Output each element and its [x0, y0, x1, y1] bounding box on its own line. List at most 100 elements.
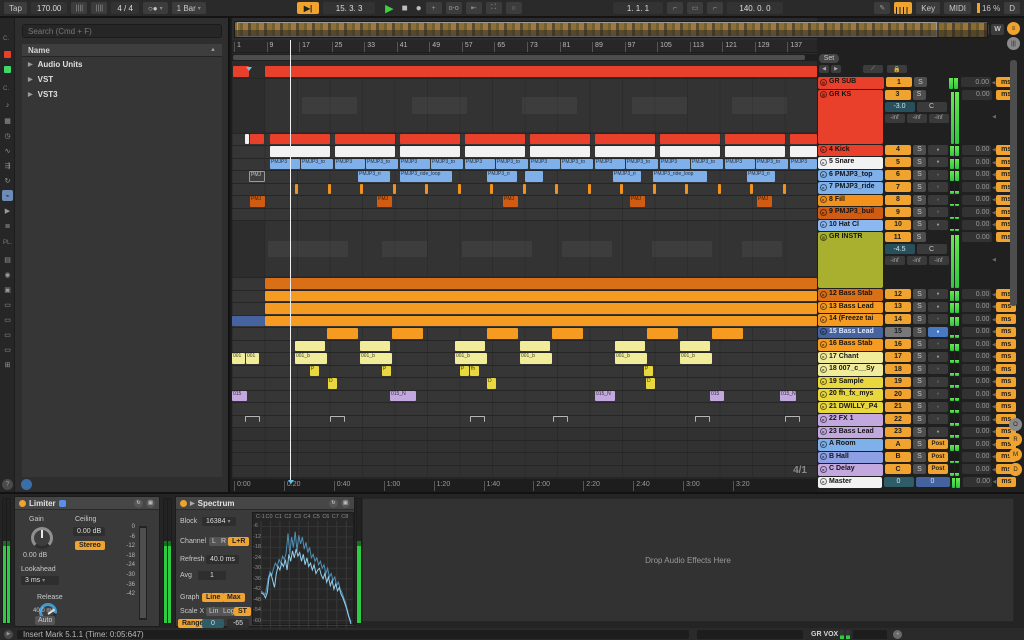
clip[interactable] — [785, 415, 800, 422]
track-delay-field[interactable]: 0.00 — [963, 476, 993, 487]
track-fold-icon[interactable]: ▸ — [820, 453, 827, 460]
add-folder-icon[interactable]: ⊞ — [2, 359, 13, 370]
save-preset-icon[interactable]: ▣ — [341, 498, 350, 508]
track-delay-field[interactable]: 0.00 — [962, 232, 992, 242]
delay-unit-button[interactable]: ms — [996, 401, 1016, 412]
track-name[interactable]: ▸ A Room — [818, 439, 883, 451]
solo-button[interactable]: S — [913, 182, 926, 192]
clip[interactable] — [250, 133, 264, 144]
clip[interactable]: PMJP3_to — [431, 158, 463, 169]
clip[interactable]: P — [644, 365, 653, 376]
clip[interactable] — [393, 183, 396, 194]
volume-field[interactable]: -4.5 — [884, 244, 915, 254]
clip[interactable] — [522, 97, 577, 114]
clip[interactable] — [552, 328, 583, 339]
vertical-scrollbar[interactable] — [1010, 60, 1017, 306]
clip[interactable] — [265, 315, 817, 326]
solo-button[interactable]: S — [912, 232, 926, 242]
auto-button[interactable]: Auto — [35, 616, 56, 625]
clip[interactable]: PMJP3_to — [301, 158, 333, 169]
track-delay-field[interactable]: 0.00 — [961, 426, 992, 437]
track-delay-field[interactable]: 0.00 — [961, 219, 992, 230]
clip[interactable]: PMJ — [757, 196, 772, 207]
track-activator[interactable]: 16 — [885, 339, 911, 349]
track-fold-icon[interactable]: ▸ — [820, 146, 827, 153]
arm-button[interactable]: ● — [928, 219, 948, 230]
track-delay-field[interactable]: 0.00 — [961, 289, 992, 299]
loop-start-marker[interactable] — [246, 67, 252, 71]
track-delay-field[interactable]: 0.00 — [961, 439, 992, 449]
stereo-button[interactable]: Stereo — [75, 541, 105, 550]
spectrum-graph[interactable]: C-1 C0 C1 C2 C3 C4 C5 C6 C7 C8 -6 -12 -18 -24 -30 -36 -4… — [252, 512, 354, 632]
solo-button[interactable]: S — [913, 426, 926, 437]
clip[interactable] — [490, 183, 493, 194]
arm-button[interactable]: ● — [928, 144, 948, 155]
clip[interactable] — [620, 183, 623, 194]
track-height-icon[interactable]: ||| — [1007, 37, 1020, 50]
track-activator[interactable]: 20 — [885, 389, 911, 399]
drums-icon[interactable]: ▦ — [2, 115, 13, 126]
track-row[interactable]: ▸ 17 Chant 17 S ● 0.00 ◀ ms — [818, 351, 1016, 363]
arrangement-start-marker[interactable] — [288, 480, 294, 484]
clip[interactable] — [725, 133, 785, 144]
limiter-header[interactable]: Limiter ↻ ▣ — [15, 497, 159, 510]
clip[interactable]: PMJP3 — [660, 158, 690, 169]
clip[interactable] — [265, 278, 817, 289]
clip[interactable]: 001 — [246, 353, 259, 364]
clip[interactable]: PMJP3 — [725, 158, 755, 169]
track-fold-icon[interactable]: ▸ — [820, 221, 827, 228]
scalex-st-button[interactable]: ST — [234, 607, 251, 616]
solo-button[interactable]: S — [913, 339, 926, 349]
track-name[interactable]: ▸ 8 Fill — [818, 194, 883, 206]
range-lo-value[interactable]: 0 — [202, 619, 224, 628]
track-row[interactable]: ▸ Master 0 0 0.00 ◀ ms — [818, 476, 1016, 488]
refresh-value[interactable]: 40.0 ms — [206, 555, 239, 564]
delay-unit-button[interactable]: ms — [996, 326, 1016, 337]
current-project-icon[interactable]: ▣ — [2, 284, 13, 295]
track-name[interactable]: ▸ 9 PMJP3_buil — [818, 207, 883, 219]
track-name[interactable]: ▸ 7 PMJP3_ride — [818, 182, 883, 194]
clip[interactable] — [455, 340, 485, 351]
track-activator[interactable]: 15 — [885, 326, 911, 337]
clip[interactable] — [270, 133, 330, 144]
clip[interactable] — [465, 146, 525, 157]
draw-mode-icon[interactable]: ✎ — [874, 2, 891, 14]
clip[interactable] — [790, 133, 817, 144]
clip[interactable]: D — [328, 378, 337, 389]
clip[interactable] — [523, 183, 526, 194]
sounds-icon[interactable]: ♪ — [2, 100, 13, 111]
track-row[interactable]: ▸ 23 Bass Lead 23 S ● 0.00 ◀ ms — [818, 426, 1016, 438]
track-delay-field[interactable]: 0.00 — [961, 414, 992, 424]
track-name[interactable]: ▸ 6 PMJP3_top — [818, 169, 883, 181]
disclosure-icon[interactable]: ▶ — [28, 76, 33, 83]
clip[interactable] — [530, 133, 590, 144]
section-toggle-o[interactable]: O — [1009, 418, 1022, 431]
browser-item-vst[interactable]: ▶ VST — [22, 72, 222, 87]
solo-button[interactable]: S — [914, 77, 927, 87]
track-fold-icon[interactable]: ▸ — [820, 328, 827, 335]
clip[interactable] — [680, 340, 710, 351]
clip[interactable] — [392, 328, 423, 339]
track-activator[interactable]: 10 — [885, 219, 911, 230]
track-name[interactable]: ▸ 22 FX 1 — [818, 414, 883, 426]
track-activator[interactable]: 8 — [885, 194, 911, 205]
fold-tracks-icon[interactable]: ≡ — [1007, 22, 1020, 35]
quantize-menu[interactable]: 1 Bar ▾ — [171, 2, 206, 14]
instruments-icon[interactable]: ◷ — [2, 130, 13, 141]
clip[interactable] — [632, 97, 687, 114]
clip[interactable] — [265, 303, 817, 314]
delay-unit-button[interactable]: ms — [996, 351, 1016, 362]
clip[interactable]: P — [310, 365, 319, 376]
packs-icon[interactable]: ▤ — [2, 254, 13, 265]
track-activator[interactable]: 1 — [886, 77, 912, 87]
clip[interactable]: 001_b — [295, 353, 327, 364]
track-name[interactable]: ▸ 4 Kick — [818, 144, 883, 156]
fold-device-icon[interactable]: ▶ — [190, 500, 195, 507]
track-name[interactable]: ▸ 12 Bass Stab — [818, 289, 883, 301]
solo-button[interactable]: S — [913, 439, 926, 449]
clip[interactable]: PMJP3_to — [626, 158, 658, 169]
solo-button[interactable]: S — [913, 364, 926, 374]
solo-button[interactable]: S — [913, 289, 926, 299]
arm-button[interactable]: ● — [928, 364, 948, 374]
track-activator[interactable]: 13 — [885, 301, 911, 312]
